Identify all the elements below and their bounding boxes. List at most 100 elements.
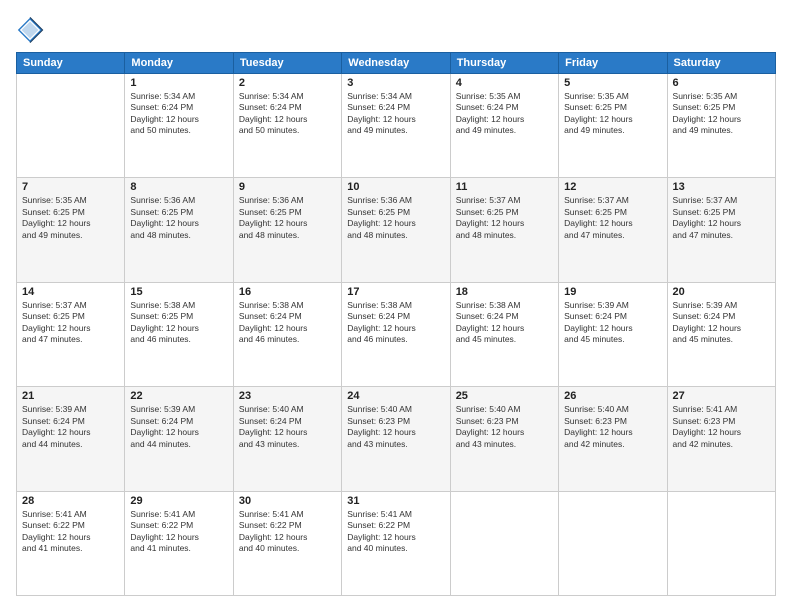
- day-number: 15: [130, 286, 227, 298]
- cell-info: Sunrise: 5:38 AM Sunset: 6:24 PM Dayligh…: [239, 300, 336, 346]
- cell-info: Sunrise: 5:37 AM Sunset: 6:25 PM Dayligh…: [456, 195, 553, 241]
- day-number: 28: [22, 495, 119, 507]
- calendar-cell: 17Sunrise: 5:38 AM Sunset: 6:24 PM Dayli…: [342, 282, 450, 386]
- calendar-week-row: 7 Sunrise: 5:35 AM Sunset: 6:25 PM Daylig…: [17, 178, 776, 282]
- calendar-cell: 21Sunrise: 5:39 AM Sunset: 6:24 PM Dayli…: [17, 387, 125, 491]
- cell-info: Sunrise: 5:36 AM Sunset: 6:25 PM Dayligh…: [347, 195, 444, 241]
- day-number: 11: [456, 181, 553, 193]
- calendar-week-row: 14 Sunrise: 5:37 AM Sunset: 6:25 PM Dayli…: [17, 282, 776, 386]
- calendar-cell: 2 Sunrise: 5:34 AM Sunset: 6:24 PM Daylig…: [233, 74, 341, 178]
- day-number: 27: [673, 390, 770, 402]
- calendar-cell: [17, 74, 125, 178]
- calendar-cell: 9Sunrise: 5:36 AM Sunset: 6:25 PM Daylig…: [233, 178, 341, 282]
- day-number: 24: [347, 390, 444, 402]
- calendar-cell: 7 Sunrise: 5:35 AM Sunset: 6:25 PM Daylig…: [17, 178, 125, 282]
- header: [16, 16, 776, 44]
- cell-info: Sunrise: 5:41 AM Sunset: 6:22 PM Dayligh…: [22, 509, 119, 555]
- cell-info: Sunrise: 5:35 AM Sunset: 6:24 PM Dayligh…: [456, 91, 553, 137]
- day-number: 14: [22, 286, 119, 298]
- day-number: 2: [239, 77, 336, 89]
- day-number: 22: [130, 390, 227, 402]
- day-number: 20: [673, 286, 770, 298]
- day-number: 3: [347, 77, 444, 89]
- cell-info: Sunrise: 5:34 AM Sunset: 6:24 PM Dayligh…: [239, 91, 336, 137]
- calendar-cell: 19 Sunrise: 5:39 AM Sunset: 6:24 PM Dayli…: [559, 282, 667, 386]
- col-monday: Monday: [125, 53, 233, 74]
- day-number: 25: [456, 390, 553, 402]
- calendar-cell: 6 Sunrise: 5:35 AM Sunset: 6:25 PM Daylig…: [667, 74, 775, 178]
- day-number: 16: [239, 286, 336, 298]
- calendar-cell: 25 Sunrise: 5:40 AM Sunset: 6:23 PM Dayli…: [450, 387, 558, 491]
- calendar-cell: 5Sunrise: 5:35 AM Sunset: 6:25 PM Daylig…: [559, 74, 667, 178]
- day-number: 1: [130, 77, 227, 89]
- calendar-cell: 18 Sunrise: 5:38 AM Sunset: 6:24 PM Dayli…: [450, 282, 558, 386]
- day-number: 13: [673, 181, 770, 193]
- col-saturday: Saturday: [667, 53, 775, 74]
- calendar-cell: 11 Sunrise: 5:37 AM Sunset: 6:25 PM Dayli…: [450, 178, 558, 282]
- cell-info: Sunrise: 5:34 AM Sunset: 6:24 PM Dayligh…: [347, 91, 444, 137]
- page: Sunday Monday Tuesday Wednesday Thursday…: [0, 0, 792, 612]
- calendar-cell: 28 Sunrise: 5:41 AM Sunset: 6:22 PM Dayli…: [17, 491, 125, 595]
- cell-info: Sunrise: 5:35 AM Sunset: 6:25 PM Dayligh…: [22, 195, 119, 241]
- calendar-cell: 20 Sunrise: 5:39 AM Sunset: 6:24 PM Dayli…: [667, 282, 775, 386]
- logo: [16, 16, 48, 44]
- cell-info: Sunrise: 5:40 AM Sunset: 6:23 PM Dayligh…: [564, 404, 661, 450]
- col-friday: Friday: [559, 53, 667, 74]
- cell-info: Sunrise: 5:40 AM Sunset: 6:23 PM Dayligh…: [456, 404, 553, 450]
- day-number: 4: [456, 77, 553, 89]
- logo-icon: [16, 16, 44, 44]
- calendar-header-row: Sunday Monday Tuesday Wednesday Thursday…: [17, 53, 776, 74]
- day-number: 17: [347, 286, 444, 298]
- cell-info: Sunrise: 5:41 AM Sunset: 6:22 PM Dayligh…: [347, 509, 444, 555]
- calendar-cell: [450, 491, 558, 595]
- cell-info: Sunrise: 5:40 AM Sunset: 6:23 PM Dayligh…: [347, 404, 444, 450]
- cell-info: Sunrise: 5:38 AM Sunset: 6:24 PM Dayligh…: [456, 300, 553, 346]
- day-number: 6: [673, 77, 770, 89]
- day-number: 19: [564, 286, 661, 298]
- calendar-week-row: 1 Sunrise: 5:34 AM Sunset: 6:24 PM Daylig…: [17, 74, 776, 178]
- day-number: 31: [347, 495, 444, 507]
- calendar-cell: 16 Sunrise: 5:38 AM Sunset: 6:24 PM Dayli…: [233, 282, 341, 386]
- calendar-cell: 23Sunrise: 5:40 AM Sunset: 6:24 PM Dayli…: [233, 387, 341, 491]
- cell-info: Sunrise: 5:37 AM Sunset: 6:25 PM Dayligh…: [673, 195, 770, 241]
- calendar-cell: 13 Sunrise: 5:37 AM Sunset: 6:25 PM Dayli…: [667, 178, 775, 282]
- cell-info: Sunrise: 5:38 AM Sunset: 6:25 PM Dayligh…: [130, 300, 227, 346]
- calendar-cell: 15 Sunrise: 5:38 AM Sunset: 6:25 PM Dayli…: [125, 282, 233, 386]
- calendar-cell: [559, 491, 667, 595]
- calendar-cell: 30 Sunrise: 5:41 AM Sunset: 6:22 PM Dayli…: [233, 491, 341, 595]
- calendar-cell: 4 Sunrise: 5:35 AM Sunset: 6:24 PM Daylig…: [450, 74, 558, 178]
- cell-info: Sunrise: 5:39 AM Sunset: 6:24 PM Dayligh…: [673, 300, 770, 346]
- calendar-cell: 22Sunrise: 5:39 AM Sunset: 6:24 PM Dayli…: [125, 387, 233, 491]
- day-number: 12: [564, 181, 661, 193]
- day-number: 23: [239, 390, 336, 402]
- calendar-week-row: 21Sunrise: 5:39 AM Sunset: 6:24 PM Dayli…: [17, 387, 776, 491]
- day-number: 30: [239, 495, 336, 507]
- cell-info: Sunrise: 5:37 AM Sunset: 6:25 PM Dayligh…: [22, 300, 119, 346]
- cell-info: Sunrise: 5:37 AM Sunset: 6:25 PM Dayligh…: [564, 195, 661, 241]
- cell-info: Sunrise: 5:36 AM Sunset: 6:25 PM Dayligh…: [130, 195, 227, 241]
- cell-info: Sunrise: 5:41 AM Sunset: 6:22 PM Dayligh…: [239, 509, 336, 555]
- col-thursday: Thursday: [450, 53, 558, 74]
- calendar-table: Sunday Monday Tuesday Wednesday Thursday…: [16, 52, 776, 596]
- calendar-cell: 8 Sunrise: 5:36 AM Sunset: 6:25 PM Daylig…: [125, 178, 233, 282]
- day-number: 29: [130, 495, 227, 507]
- cell-info: Sunrise: 5:39 AM Sunset: 6:24 PM Dayligh…: [564, 300, 661, 346]
- calendar-cell: 12 Sunrise: 5:37 AM Sunset: 6:25 PM Dayli…: [559, 178, 667, 282]
- calendar-week-row: 28 Sunrise: 5:41 AM Sunset: 6:22 PM Dayli…: [17, 491, 776, 595]
- calendar-cell: 24 Sunrise: 5:40 AM Sunset: 6:23 PM Dayli…: [342, 387, 450, 491]
- day-number: 8: [130, 181, 227, 193]
- day-number: 9: [239, 181, 336, 193]
- calendar-cell: 1 Sunrise: 5:34 AM Sunset: 6:24 PM Daylig…: [125, 74, 233, 178]
- col-wednesday: Wednesday: [342, 53, 450, 74]
- calendar-cell: 29Sunrise: 5:41 AM Sunset: 6:22 PM Dayli…: [125, 491, 233, 595]
- cell-info: Sunrise: 5:34 AM Sunset: 6:24 PM Dayligh…: [130, 91, 227, 137]
- calendar-cell: 3 Sunrise: 5:34 AM Sunset: 6:24 PM Daylig…: [342, 74, 450, 178]
- cell-info: Sunrise: 5:35 AM Sunset: 6:25 PM Dayligh…: [673, 91, 770, 137]
- calendar-cell: 27 Sunrise: 5:41 AM Sunset: 6:23 PM Dayli…: [667, 387, 775, 491]
- day-number: 7: [22, 181, 119, 193]
- col-tuesday: Tuesday: [233, 53, 341, 74]
- cell-info: Sunrise: 5:39 AM Sunset: 6:24 PM Dayligh…: [22, 404, 119, 450]
- day-number: 18: [456, 286, 553, 298]
- cell-info: Sunrise: 5:41 AM Sunset: 6:23 PM Dayligh…: [673, 404, 770, 450]
- col-sunday: Sunday: [17, 53, 125, 74]
